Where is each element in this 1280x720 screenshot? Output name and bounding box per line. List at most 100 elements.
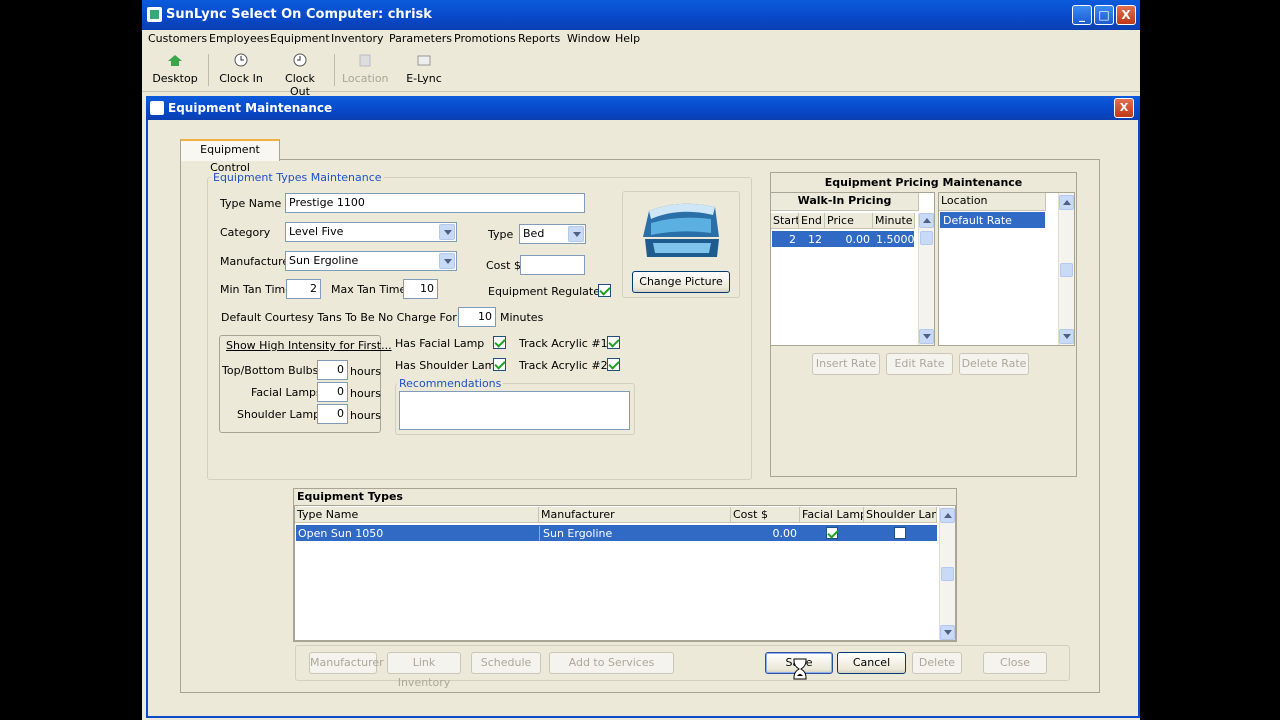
elync-button[interactable]: E-Lync [404, 50, 444, 90]
types-scrollbar[interactable] [939, 507, 955, 640]
menu-help[interactable]: Help [615, 32, 640, 45]
courtesy-input[interactable]: 10 [458, 307, 496, 327]
close-app-button[interactable]: X [1116, 5, 1136, 25]
maximize-button[interactable]: □ [1094, 5, 1114, 25]
facial-lamp-cell-checkbox[interactable] [826, 527, 838, 539]
regulated-label: Equipment Regulated [488, 285, 607, 298]
location-list: Location Default Rate [938, 192, 1075, 346]
delete-button[interactable]: Delete [912, 652, 962, 674]
toolbar-separator [334, 54, 335, 86]
recommendations-input[interactable] [399, 391, 630, 430]
clock-out-button[interactable]: Clock Out [274, 50, 326, 98]
app-icon [147, 7, 162, 22]
max-tan-label: Max Tan Time [331, 283, 407, 296]
track-acrylic-1-label: Track Acrylic #1 [519, 337, 608, 350]
has-facial-checkbox[interactable] [493, 336, 506, 349]
clock-in-label: Clock In [219, 72, 263, 85]
regulated-checkbox[interactable] [598, 284, 611, 297]
scroll-thumb[interactable] [941, 567, 954, 581]
col-end[interactable]: End [799, 213, 825, 229]
col-cost[interactable]: Cost $ [731, 507, 800, 523]
track-acrylic-1-checkbox[interactable] [607, 336, 620, 349]
scroll-thumb[interactable] [920, 231, 933, 245]
location-default-rate: Default Rate [943, 214, 1012, 227]
max-tan-input[interactable]: 10 [403, 279, 438, 299]
walkin-scrollbar[interactable] [918, 213, 934, 345]
tab-equipment-control[interactable]: Equipment Control [180, 139, 280, 174]
chevron-down-icon [439, 224, 455, 240]
facial-lamps-input[interactable]: 0 [317, 382, 348, 402]
manufacturer-cell: Sun Ergoline [539, 526, 731, 541]
insert-rate-button[interactable]: Insert Rate [812, 353, 880, 375]
has-shoulder-checkbox[interactable] [493, 358, 506, 371]
add-to-services-button[interactable]: Add to Services [549, 652, 674, 674]
cost-input[interactable] [520, 255, 585, 275]
edit-rate-button[interactable]: Edit Rate [886, 353, 953, 375]
type-select[interactable]: Bed [519, 224, 586, 244]
courtesy-unit: Minutes [500, 311, 544, 324]
category-value: Level Five [289, 225, 344, 238]
manufacturer-select[interactable]: Sun Ergoline [285, 251, 457, 271]
desktop-label: Desktop [152, 72, 198, 85]
show-high-intensity-button[interactable]: Show High Intensity for First... [226, 339, 392, 352]
category-select[interactable]: Level Five [285, 222, 457, 242]
cost-cell: 0.00 [772, 527, 798, 540]
menu-employees[interactable]: Employees [209, 32, 269, 45]
shoulder-lamp-cell-checkbox[interactable] [894, 527, 906, 539]
col-price[interactable]: Price [825, 213, 873, 229]
clock-out-label: Clock Out [285, 72, 315, 98]
location-scrollbar[interactable] [1058, 193, 1074, 345]
link-inventory-button[interactable]: Link Inventory [387, 652, 461, 689]
col-type-name[interactable]: Type Name [295, 507, 539, 523]
has-shoulder-label: Has Shoulder Lamp [395, 359, 503, 372]
shoulder-lamps-unit: hours [350, 409, 381, 422]
shoulder-lamps-input[interactable]: 0 [317, 404, 348, 424]
track-acrylic-2-checkbox[interactable] [607, 358, 620, 371]
pricing-end-cell: 12 [808, 233, 822, 246]
dialog-close-button[interactable]: X [1114, 98, 1134, 118]
menu-window[interactable]: Window [567, 32, 610, 45]
app-title: SunLync Select On Computer: chrisk [166, 7, 432, 22]
manufacturer-button[interactable]: Manufacturer [309, 652, 384, 674]
type-name-input[interactable]: Prestige 1100 [285, 193, 585, 213]
scroll-up-icon[interactable] [1059, 195, 1074, 210]
clock-in-button[interactable]: Clock In [218, 50, 264, 90]
col-shoulder-lamp[interactable]: Shoulder Lamp [864, 507, 937, 523]
schedule-button[interactable]: Schedule [471, 652, 541, 674]
menu-parameters[interactable]: Parameters [389, 32, 452, 45]
close-button[interactable]: Close [983, 652, 1047, 674]
minimize-button[interactable]: _ [1072, 5, 1092, 25]
col-manufacturer[interactable]: Manufacturer [539, 507, 731, 523]
scroll-down-icon[interactable] [919, 329, 934, 344]
has-facial-label: Has Facial Lamp [395, 337, 485, 350]
chevron-down-icon [568, 226, 584, 242]
col-minute[interactable]: Minute [873, 213, 915, 229]
scroll-up-icon[interactable] [919, 213, 934, 228]
scroll-thumb[interactable] [1060, 263, 1073, 277]
top-bottom-input[interactable]: 0 [317, 360, 348, 380]
scroll-up-icon[interactable] [940, 508, 955, 523]
facial-lamps-label: Facial Lamps: [251, 386, 326, 399]
desktop-button[interactable]: Desktop [152, 50, 198, 90]
location-header[interactable]: Location [939, 193, 1046, 211]
toolbar: Desktop Clock In Clock Out Location E-Ly… [142, 48, 1140, 98]
menu-reports[interactable]: Reports [518, 32, 560, 45]
col-start[interactable]: Start [771, 213, 799, 229]
scroll-down-icon[interactable] [1059, 329, 1074, 344]
menu-customers[interactable]: Customers [148, 32, 207, 45]
min-tan-input[interactable]: 2 [286, 279, 321, 299]
delete-rate-button[interactable]: Delete Rate [959, 353, 1029, 375]
hourglass-cursor-icon [793, 658, 807, 680]
elync-icon [417, 55, 431, 66]
cancel-button[interactable]: Cancel [837, 652, 906, 674]
type-name-label: Type Name [220, 197, 282, 210]
app-titlebar[interactable]: SunLync Select On Computer: chrisk _ □ X [142, 0, 1140, 30]
menu-promotions[interactable]: Promotions [454, 32, 516, 45]
menu-inventory[interactable]: Inventory [331, 32, 384, 45]
scroll-down-icon[interactable] [940, 625, 955, 640]
location-button[interactable]: Location [342, 50, 389, 90]
change-picture-button[interactable]: Change Picture [632, 271, 730, 293]
menu-equipment[interactable]: Equipment [270, 32, 330, 45]
col-facial-lamp[interactable]: Facial Lamp [800, 507, 864, 523]
dialog-titlebar[interactable]: Equipment Maintenance X [146, 96, 1140, 120]
